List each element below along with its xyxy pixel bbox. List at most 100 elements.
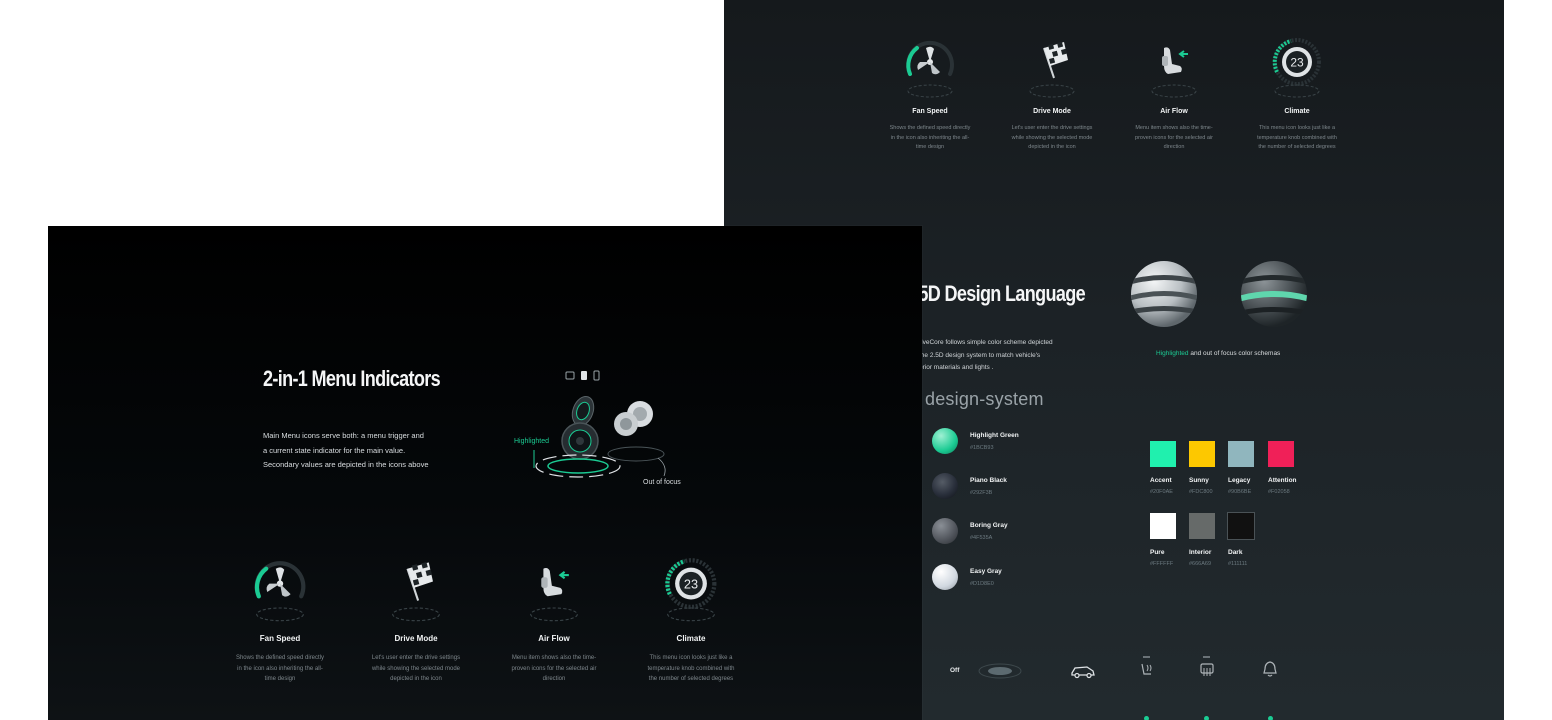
desc-line: time design	[264, 676, 296, 682]
swatch-hex: #111111	[1228, 561, 1248, 567]
color-piano-black: Piano Black #292F3B	[932, 473, 1007, 499]
menu-item-description: This menu icon looks just like a tempera…	[1237, 124, 1357, 153]
menu-item-air-flow[interactable]: Air Flow Menu item shows also the time- …	[1114, 36, 1234, 153]
menu-item-title: Air Flow	[538, 634, 570, 643]
color-hex: #4F535A	[970, 534, 993, 541]
color-name: Easy Gray	[970, 567, 1002, 575]
menu-item-fan-speed[interactable]: Fan Speed Shows the defined speed direct…	[870, 36, 990, 153]
menu-item-drive-mode[interactable]: Drive Mode Let's user enter the drive se…	[992, 36, 1112, 153]
indicator-dot	[1144, 716, 1149, 720]
menu-item-climate[interactable]: 23 Climate This menu icon looks just lik…	[631, 556, 751, 685]
swatch-name: Pure	[1150, 549, 1165, 556]
swatch-color	[1189, 441, 1215, 467]
desc-line: proven icons for the selected air	[1135, 134, 1213, 141]
swatch-hex: #90B6BE	[1228, 489, 1252, 495]
swatch-attention: Attention #F02058	[1268, 441, 1304, 495]
swatch-hex: #FDC800	[1189, 489, 1213, 495]
body-line: Secondary values are depicted in the ico…	[263, 460, 429, 469]
menu-item-fan-speed[interactable]: Fan Speed Shows the defined speed direct…	[220, 556, 340, 685]
bell-icon[interactable]	[1262, 660, 1278, 678]
desc-line: direction	[542, 676, 566, 682]
swatch-accent: Accent #20F0AE	[1150, 441, 1186, 495]
out-of-focus-sphere-image	[1241, 261, 1307, 327]
menu-item-air-flow[interactable]: Air Flow Menu item shows also the time- …	[494, 556, 614, 685]
color-dot	[932, 518, 958, 544]
body-line: erior materials and lights .	[919, 364, 994, 371]
menu-item-title: Climate	[1284, 108, 1310, 115]
indicator-dot	[1204, 716, 1209, 720]
color-hex: #1BCB93	[970, 444, 994, 451]
swatch-color	[1268, 441, 1294, 467]
fan-icon	[254, 561, 306, 622]
swatch-name: Sunny	[1189, 477, 1209, 484]
color-hex: #292F3B	[970, 489, 993, 496]
swatch-color	[1228, 441, 1254, 467]
swatch-sunny: Sunny #FDC800	[1189, 441, 1225, 495]
seat-heat-icon[interactable]	[1138, 656, 1156, 680]
desc-line: the number of selected degrees	[1258, 144, 1336, 150]
swatch-name: Dark	[1228, 549, 1243, 556]
menu-item-title: Air Flow	[1160, 108, 1188, 115]
color-easy-gray: Easy Gray #D1D8E0	[932, 564, 1002, 590]
desc-line: Shows the defined speed directly	[235, 655, 325, 661]
body-line: a current state indicator for the main v…	[263, 445, 406, 455]
sphere-caption: Highlighted and out of focus color schem…	[1156, 350, 1280, 357]
swatch-name: Legacy	[1228, 477, 1251, 484]
checkered-flag-icon	[392, 562, 440, 622]
menu-item-drive-mode[interactable]: Drive Mode Let's user enter the drive se…	[356, 556, 476, 685]
swatch-color	[1150, 513, 1176, 539]
color-dot	[932, 564, 958, 590]
swatch-color	[1150, 441, 1176, 467]
color-hex: #D1D8E0	[970, 580, 994, 587]
color-name: Boring Gray	[970, 521, 1008, 529]
menu-item-description: This menu icon looks just like a tempera…	[631, 653, 751, 685]
desc-line: depicted in the icon	[390, 676, 442, 682]
menu-item-description: Menu item shows also the time- proven ic…	[494, 653, 614, 685]
thermostat-icon: 23	[1272, 38, 1321, 98]
menu-item-title: Climate	[676, 634, 706, 643]
indicator-dot	[1268, 716, 1273, 720]
car-icon[interactable]	[1069, 662, 1097, 680]
menu-indicators-panel: 2-in-1 Menu Indicators Main Menu icons s…	[48, 226, 922, 720]
seat-airflow-icon	[530, 568, 578, 622]
design-system-title: design-system	[925, 389, 1044, 409]
fan-icon	[906, 40, 954, 98]
color-dot	[932, 473, 958, 499]
body-line: the 2.5D design system to match vehicle'…	[919, 351, 1041, 359]
rear-defrost-icon[interactable]	[1198, 656, 1216, 680]
climate-value: 23	[1290, 56, 1304, 70]
climate-value: 23	[684, 576, 698, 591]
color-name: Highlight Green	[970, 431, 1019, 439]
desc-line: time design	[915, 144, 945, 150]
desc-line: direction	[1163, 144, 1185, 150]
caption-rest: and out of focus color schemas	[1188, 350, 1281, 357]
desc-line: Let's user enter the drive settings	[371, 655, 461, 661]
color-boring-gray: Boring Gray #4F535A	[932, 518, 1008, 544]
desc-line: Let's user enter the drive settings	[1011, 125, 1093, 131]
menu-item-title: Fan Speed	[912, 108, 948, 115]
menu-item-climate[interactable]: 23 Climate This menu icon looks just lik…	[1237, 36, 1357, 153]
menu-item-description: Let's user enter the drive settings whil…	[992, 124, 1112, 153]
desc-line: This menu icon looks just like a	[1258, 125, 1336, 131]
menu-item-description: Menu item shows also the time- proven ic…	[1114, 124, 1234, 153]
desc-line: temperature knob combined with	[647, 665, 735, 672]
menu-item-title: Fan Speed	[259, 634, 301, 643]
highlighted-sphere-image	[1131, 261, 1197, 327]
color-name: Piano Black	[970, 476, 1007, 484]
off-toggle[interactable]	[978, 662, 1022, 680]
highlighted-label: Highlighted	[514, 438, 550, 445]
swatch-pure: Pure #FFFFFF	[1150, 513, 1186, 567]
swatch-hex: #F02058	[1268, 489, 1290, 495]
desc-line: in the icon also inheriting the all-	[237, 665, 323, 672]
desc-line: Menu item shows also the time-	[511, 655, 597, 661]
swatch-hex: #666A69	[1189, 561, 1212, 567]
swatch-interior: Interior #666A69	[1189, 513, 1225, 567]
design-language-title: .5D Design Language	[914, 281, 1086, 306]
design-language-body: riveCore follows simple color scheme dep…	[919, 337, 1053, 375]
menu-item-title: Drive Mode	[1033, 108, 1071, 115]
seat-airflow-icon	[1151, 47, 1197, 98]
off-label: Off	[950, 667, 960, 674]
menu-item-title: Drive Mode	[394, 634, 438, 643]
desc-line: depicted in the icon	[1028, 144, 1076, 150]
body-line: riveCore follows simple color scheme dep…	[919, 339, 1053, 346]
